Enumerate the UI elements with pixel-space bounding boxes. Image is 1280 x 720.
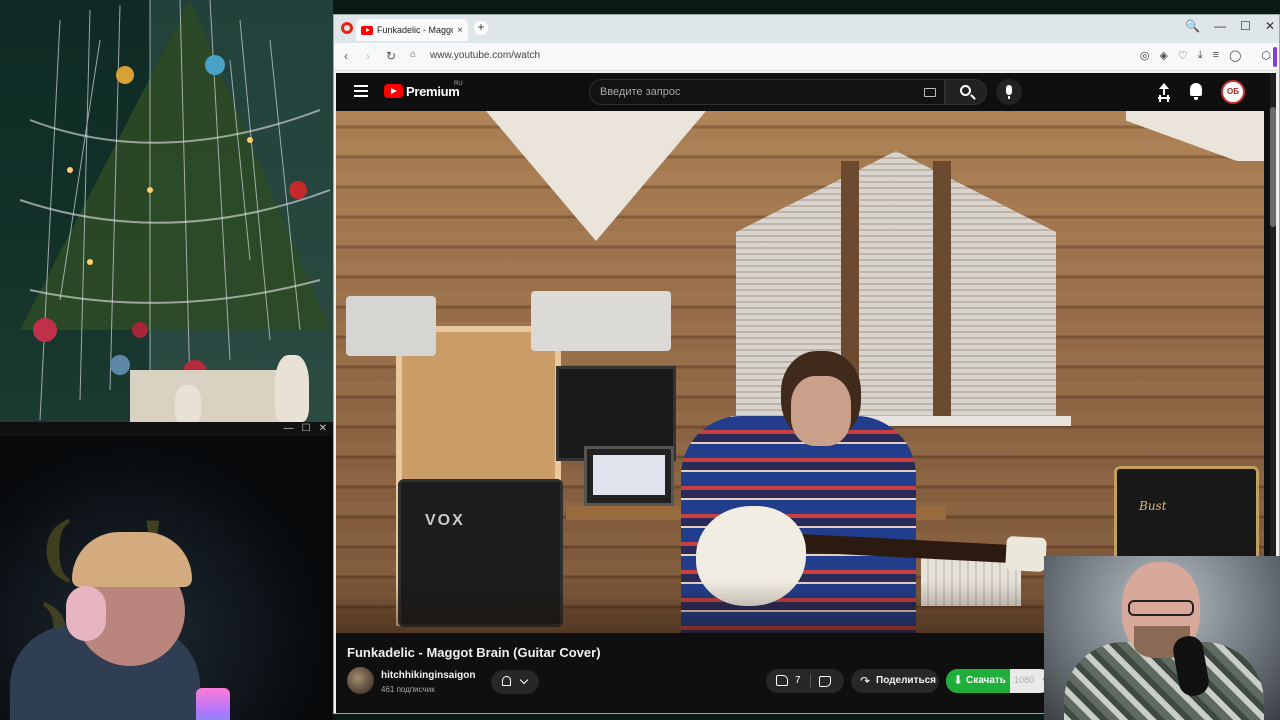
video-title: Funkadelic - Maggot Brain (Guitar Cover) <box>347 645 601 660</box>
tab-title: Funkadelic - Maggot Brain <box>377 25 453 35</box>
search-input[interactable]: Введите запрос <box>589 79 945 105</box>
notifications-bell-icon[interactable] <box>1190 83 1202 100</box>
download-primary[interactable]: ⬇ Скачать <box>946 669 1010 693</box>
vox-brand-text: VOX <box>425 512 465 529</box>
mantel-shelf <box>130 370 290 422</box>
share-label: Поделиться <box>876 675 937 686</box>
webcam-titlebar: — ☐ ✕ <box>0 422 333 436</box>
download-arrow-icon: ⬇ <box>953 673 964 687</box>
microphone-icon <box>1006 85 1012 99</box>
youtube-logo-icon[interactable] <box>384 84 403 98</box>
thumbs-up-icon[interactable] <box>776 675 788 686</box>
streamer-webcam <box>1044 556 1280 720</box>
glasses <box>1128 600 1194 616</box>
channel-name[interactable]: hitchhikinginsaigon <box>381 670 475 681</box>
download-icon[interactable]: ⤓ <box>1198 49 1203 62</box>
heart-icon[interactable]: ♡ <box>1178 49 1188 62</box>
channel-avatar[interactable] <box>347 667 374 694</box>
youtube-favicon-icon <box>361 25 373 35</box>
maximize-button[interactable]: ☐ <box>302 422 311 436</box>
download-label: Скачать <box>966 675 1006 686</box>
browser-search-icon[interactable]: 🔍 <box>1185 19 1200 33</box>
forward-icon[interactable]: › <box>366 49 370 63</box>
sidebar-indicator <box>1273 47 1277 67</box>
bell-icon <box>502 676 511 686</box>
chevron-down-icon <box>519 675 529 685</box>
menu-icon[interactable]: ≡ <box>1213 49 1219 62</box>
guitarist-face <box>791 376 851 446</box>
search-button[interactable] <box>945 79 987 105</box>
tab-close-icon[interactable]: × <box>457 25 463 36</box>
scrollbar-thumb[interactable] <box>1270 107 1276 227</box>
shield-icon[interactable]: ◈ <box>1159 49 1167 62</box>
webcam-window[interactable]: — ☐ ✕ ( ! ) <box>0 422 333 720</box>
camera-icon[interactable]: ◎ <box>1140 49 1150 62</box>
opera-logo-icon[interactable] <box>341 22 353 34</box>
hamburger-menu-icon[interactable] <box>354 85 368 97</box>
close-button[interactable]: ✕ <box>319 422 327 436</box>
angel-figurine <box>275 355 309 422</box>
tab-youtube[interactable]: Funkadelic - Maggot Brain × <box>356 19 468 41</box>
tab-bar: Funkadelic - Maggot Brain × + 🔍 — ☐ ✕ <box>334 15 1279 43</box>
subscriber-count: 461 подписчик <box>381 685 435 694</box>
laptop-screen <box>593 455 665 495</box>
account-avatar[interactable]: ОБ <box>1221 80 1245 104</box>
site-info-icon[interactable]: ⌂ <box>410 49 416 60</box>
search-placeholder: Введите запрос <box>600 86 681 98</box>
guitar-headstock <box>1005 535 1047 573</box>
share-button[interactable]: ↷ Поделиться <box>851 669 939 693</box>
divider <box>810 674 811 688</box>
keyboard-icon[interactable] <box>924 88 936 97</box>
roof-beam <box>1126 111 1264 161</box>
thumbs-down-icon[interactable] <box>819 676 831 687</box>
region-code: RU <box>454 81 463 87</box>
close-button[interactable]: ✕ <box>1265 19 1275 33</box>
browser-toolbar: ‹ › ↻ ⌂ www.youtube.com/watch ◎ ◈ ♡ ⤓ ≡ … <box>334 43 1279 71</box>
like-count[interactable]: 7 <box>795 675 801 686</box>
headphones <box>66 586 106 641</box>
video-player[interactable]: VOX Bust <box>336 111 1264 633</box>
minimize-button[interactable]: — <box>1214 19 1226 33</box>
extensions-icon[interactable]: ⬡ <box>1261 49 1271 62</box>
back-icon[interactable]: ‹ <box>344 49 348 63</box>
search-icon <box>960 85 971 96</box>
amp-brand-text: Bust <box>1139 499 1167 513</box>
voice-search-button[interactable] <box>996 79 1022 105</box>
window-controls: 🔍 — ☐ ✕ <box>1185 19 1275 33</box>
new-tab-button[interactable]: + <box>474 21 488 35</box>
download-quality[interactable]: 1080 <box>1014 675 1034 685</box>
subscription-bell-button[interactable] <box>491 670 539 694</box>
angel-figurine <box>175 385 201 422</box>
laptop <box>584 446 674 506</box>
youtube-header: Premium RU Введите запрос ОБ <box>336 73 1271 111</box>
minimize-button[interactable]: — <box>284 422 294 436</box>
profile-icon[interactable]: ◯ <box>1229 49 1241 62</box>
upload-icon-base <box>1158 97 1170 99</box>
youtube-premium-wordmark[interactable]: Premium <box>406 84 460 99</box>
toolbar-actions: ◎ ◈ ♡ ⤓ ≡ ◯ ⬡ <box>1140 49 1271 62</box>
download-button[interactable]: ⬇ Скачать 1080 ▼ <box>946 669 1052 693</box>
background-scene <box>0 0 333 422</box>
share-arrow-icon: ↷ <box>860 674 871 688</box>
rgb-lamp <box>196 688 230 720</box>
address-bar[interactable]: www.youtube.com/watch <box>430 50 540 61</box>
webcam-feed: ( ! ) <box>0 436 333 720</box>
studio-speaker <box>346 296 436 356</box>
reload-icon[interactable]: ↻ <box>386 49 396 63</box>
printer <box>531 291 671 351</box>
maximize-button[interactable]: ☐ <box>1240 19 1251 33</box>
like-dislike-group: 7 <box>766 669 844 693</box>
roof-beam <box>486 111 706 241</box>
